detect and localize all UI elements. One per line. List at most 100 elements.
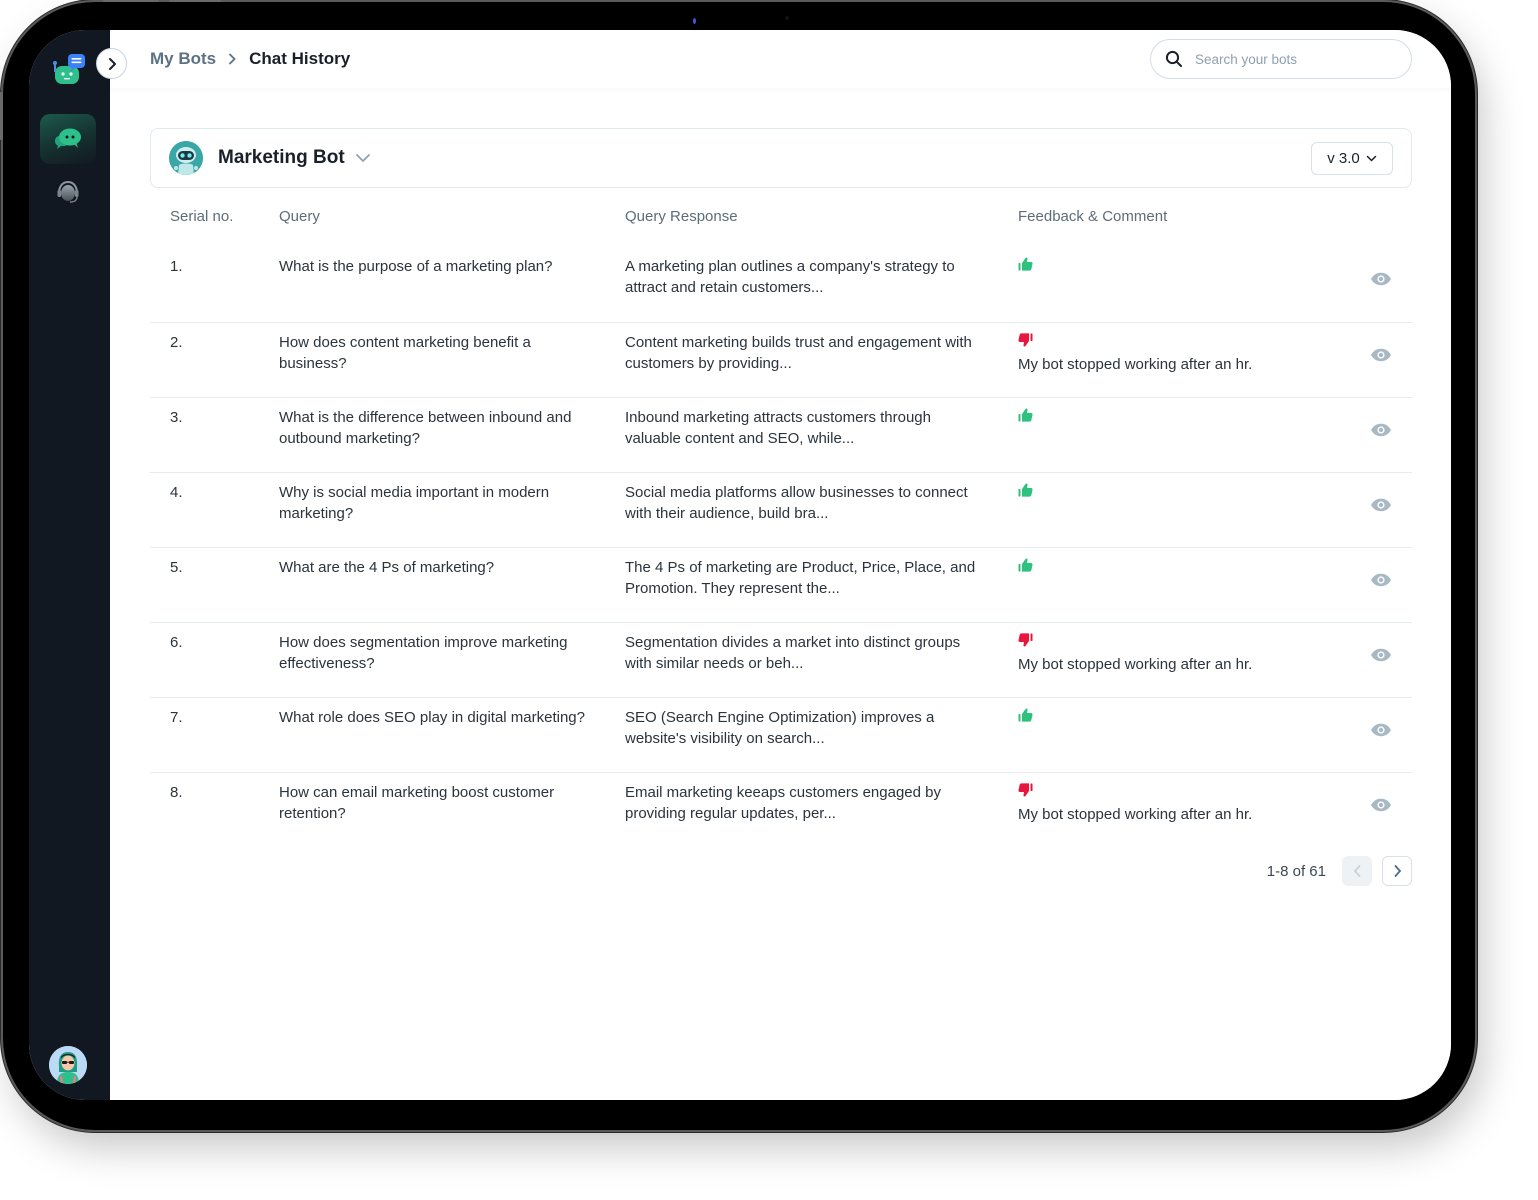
- cell-feedback: My bot stopped working after an hr.: [1018, 622, 1338, 697]
- cell-response: Segmentation divides a market into disti…: [625, 633, 961, 672]
- view-details-eye-icon[interactable]: [1370, 573, 1392, 587]
- search-icon: [1165, 50, 1182, 67]
- cell-feedback: My bot stopped working after an hr.: [1018, 322, 1338, 397]
- cell-query: How does content marketing benefit a bus…: [279, 333, 531, 372]
- tablet-frame: My Bots Chat History Search your bots Ma…: [0, 0, 1475, 1130]
- cell-serial: 1.: [170, 258, 183, 275]
- device-button: [0, 92, 3, 140]
- cell-actions: [1338, 772, 1412, 847]
- pagination-label: 1-8 of 61: [1266, 862, 1326, 880]
- main-content: My Bots Chat History Search your bots Ma…: [110, 30, 1451, 1100]
- table-row[interactable]: 4. Why is social media important in mode…: [150, 472, 1412, 547]
- cell-actions: [1338, 622, 1412, 697]
- table-row[interactable]: 7. What role does SEO play in digital ma…: [150, 697, 1412, 772]
- breadcrumb-separator-icon: [228, 53, 237, 65]
- table-row[interactable]: 2. How does content marketing benefit a …: [150, 322, 1412, 397]
- cell-serial: 8.: [170, 783, 183, 801]
- view-details-eye-icon[interactable]: [1370, 648, 1392, 662]
- search-box[interactable]: [1150, 39, 1412, 79]
- table-row[interactable]: 8. How can email marketing boost custome…: [150, 772, 1412, 847]
- camera-bar: [623, 10, 843, 28]
- cell-query: How does segmentation improve marketing …: [279, 633, 568, 672]
- view-details-eye-icon[interactable]: [1370, 798, 1392, 812]
- cell-actions: [1338, 697, 1412, 772]
- chat-bubbles-icon: [55, 128, 81, 149]
- table-header-row: Serial no. Query Query Response Feedback…: [150, 202, 1412, 247]
- cell-response: SEO (Search Engine Optimization) improve…: [625, 708, 935, 747]
- cell-query: How can email marketing boost customer r…: [279, 783, 555, 822]
- feedback-comment: My bot stopped working after an hr.: [1018, 655, 1253, 673]
- version-label: v 3.0: [1327, 150, 1360, 167]
- cell-query: What role does SEO play in digital marke…: [279, 708, 585, 726]
- cell-serial: 4.: [170, 483, 183, 501]
- table-row[interactable]: 6. How does segmentation improve marketi…: [150, 622, 1412, 697]
- device-button: [169, 0, 221, 2]
- header-actions: [1338, 202, 1412, 247]
- pagination: 1-8 of 61: [1267, 856, 1412, 886]
- cell-response: Social media platforms allow businesses …: [625, 483, 968, 522]
- cell-serial: 6.: [170, 633, 183, 651]
- thumbs-up-icon: [1018, 707, 1338, 725]
- feedback-comment: My bot stopped working after an hr.: [1018, 805, 1253, 823]
- view-details-eye-icon[interactable]: [1370, 723, 1392, 737]
- bot-avatar: [169, 141, 203, 175]
- user-avatar[interactable]: [49, 1046, 87, 1084]
- sidebar-expand-button[interactable]: [96, 48, 127, 79]
- cell-actions: [1338, 397, 1412, 472]
- header-response: Query Response: [625, 208, 738, 225]
- bot-selector-card: Marketing Bot v 3.0: [150, 128, 1412, 188]
- thumbs-up-icon: [1018, 482, 1338, 500]
- device-button: [103, 0, 159, 2]
- thumbs-down-icon: [1018, 782, 1338, 800]
- sidebar-item-chat-history[interactable]: [40, 114, 96, 164]
- sidebar-item-support[interactable]: [40, 167, 96, 217]
- cell-response: Inbound marketing attracts customers thr…: [625, 408, 931, 447]
- breadcrumb-my-bots[interactable]: My Bots: [150, 49, 216, 69]
- cell-serial: 7.: [170, 708, 183, 726]
- app-logo-icon: [52, 52, 88, 88]
- chevron-right-icon: [108, 57, 116, 70]
- table-row[interactable]: 1. What is the purpose of a marketing pl…: [150, 247, 1412, 322]
- cell-actions: [1338, 547, 1412, 622]
- chevron-left-icon: [1353, 865, 1360, 877]
- search-input[interactable]: [1195, 51, 1395, 67]
- table-row[interactable]: 5. What are the 4 Ps of marketing? The 4…: [150, 547, 1412, 622]
- view-details-eye-icon[interactable]: [1370, 348, 1392, 362]
- cell-response: Content marketing builds trust and engag…: [625, 333, 972, 372]
- cell-serial: 5.: [170, 558, 183, 576]
- sensor-dot: [785, 16, 789, 20]
- cell-actions: [1338, 247, 1412, 322]
- cell-serial: 3.: [170, 408, 183, 426]
- headset-icon: [57, 180, 79, 203]
- thumbs-down-icon: [1018, 632, 1338, 650]
- thumbs-up-icon: [1018, 557, 1338, 575]
- sidebar: [29, 30, 110, 1100]
- cell-feedback: [1018, 472, 1338, 547]
- top-bar: My Bots Chat History: [110, 30, 1451, 88]
- cell-response: The 4 Ps of marketing are Product, Price…: [625, 558, 976, 597]
- chevron-right-icon: [1394, 865, 1401, 877]
- view-details-eye-icon[interactable]: [1370, 498, 1392, 512]
- bot-dropdown-chevron-icon[interactable]: [355, 153, 371, 163]
- version-dropdown[interactable]: v 3.0: [1311, 142, 1393, 175]
- feedback-comment: My bot stopped working after an hr.: [1018, 355, 1253, 373]
- table-row[interactable]: 3. What is the difference between inboun…: [150, 397, 1412, 472]
- cell-actions: [1338, 472, 1412, 547]
- view-details-eye-icon[interactable]: [1370, 423, 1392, 437]
- header-feedback: Feedback & Comment: [1018, 208, 1168, 225]
- chevron-down-icon: [1366, 155, 1377, 162]
- screen: My Bots Chat History Search your bots Ma…: [29, 30, 1451, 1100]
- cell-query: Why is social media important in modern …: [279, 483, 550, 522]
- thumbs-down-icon: [1018, 332, 1338, 350]
- cell-feedback: [1018, 697, 1338, 772]
- header-query: Query: [279, 208, 320, 225]
- bot-name: Marketing Bot: [218, 147, 345, 168]
- breadcrumb: My Bots Chat History: [150, 49, 350, 69]
- prev-page-button[interactable]: [1342, 856, 1372, 886]
- cell-feedback: [1018, 397, 1338, 472]
- chat-history-table: Serial no. Query Query Response Feedback…: [150, 202, 1412, 847]
- next-page-button[interactable]: [1382, 856, 1412, 886]
- view-details-eye-icon[interactable]: [1370, 272, 1392, 286]
- cell-query: What are the 4 Ps of marketing?: [279, 558, 495, 576]
- cell-response: Email marketing keeaps customers engaged…: [625, 783, 941, 822]
